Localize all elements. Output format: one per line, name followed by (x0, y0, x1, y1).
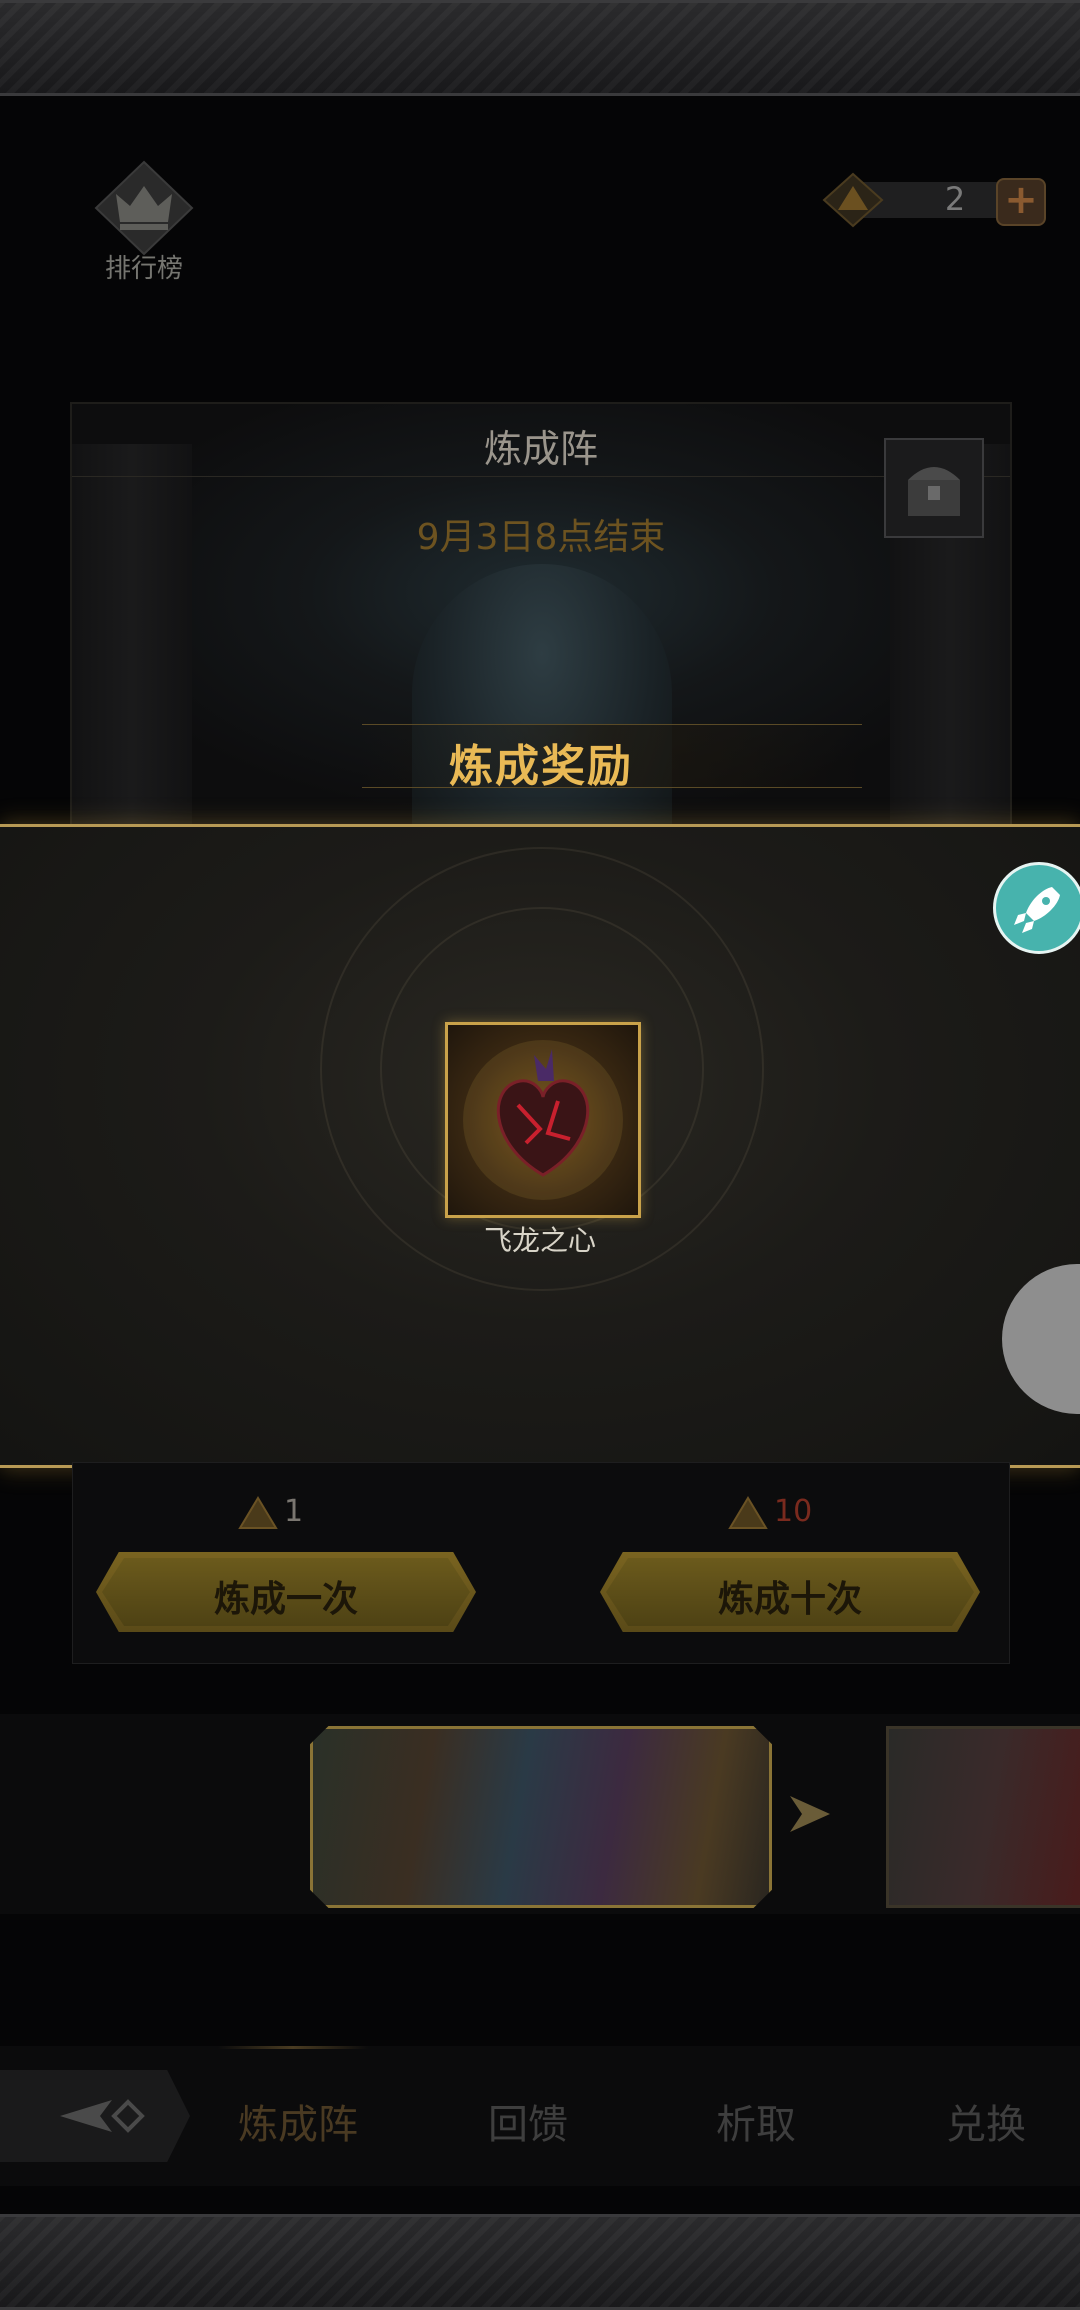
pyramid-gem-icon (728, 1496, 768, 1529)
craft-ten-cost-value: 10 (774, 1494, 813, 1529)
rocket-icon (1014, 887, 1060, 933)
top-decorative-border (0, 0, 1080, 96)
reward-title: 炼成奖励 (449, 741, 633, 792)
tab-craft-array[interactable]: 炼成阵 (208, 2092, 388, 2150)
banner-current[interactable] (310, 1726, 772, 1908)
reward-item-slot[interactable] (445, 1022, 641, 1218)
back-arrow-icon (60, 2099, 145, 2133)
dragon-heart-icon (463, 1040, 623, 1200)
tab-extract[interactable]: 析取 (666, 2092, 846, 2150)
currency-count: 2 (944, 180, 966, 218)
rocket-button[interactable] (993, 862, 1080, 954)
back-button[interactable] (0, 2070, 190, 2162)
plus-icon[interactable]: + (996, 178, 1046, 226)
tab-exchange[interactable]: 兑换 (896, 2092, 1076, 2150)
craft-ten-cost: 10 (726, 1494, 812, 1534)
banner-next[interactable] (886, 1726, 1080, 1908)
reward-item-name: 飞龙之心 (483, 1224, 596, 1257)
ranking-label: 排行榜 (104, 254, 183, 284)
ranking-button[interactable]: 排行榜 (92, 160, 196, 284)
craft-once-cost-value: 1 (284, 1494, 304, 1529)
craft-ten-label: 炼成十次 (717, 1579, 862, 1620)
event-end-time: 9月3日8点结束 (416, 517, 666, 558)
currency-display: 2 + (820, 170, 1046, 230)
craft-once-button[interactable]: 炼成一次 (96, 1552, 476, 1632)
bottom-decorative-border (0, 2214, 1080, 2310)
event-panel: 炼成阵 9月3日8点结束 炼成奖励 (70, 402, 1012, 826)
active-tab-indicator (218, 2046, 368, 2049)
event-title: 炼成阵 (483, 427, 598, 471)
next-arrow-icon[interactable] (786, 1790, 834, 1838)
reward-display: 飞龙之心 (0, 824, 1080, 1468)
tab-rewards[interactable]: 回馈 (438, 2092, 618, 2150)
crown-icon (94, 160, 194, 256)
pyramid-gem-icon (822, 172, 884, 228)
craft-once-cost: 1 (236, 1494, 303, 1534)
treasure-chest-icon (908, 467, 960, 516)
pyramid-gem-icon (238, 1496, 278, 1529)
craft-ten-button[interactable]: 炼成十次 (600, 1552, 980, 1632)
treasure-chest-button[interactable] (884, 438, 984, 538)
craft-once-label: 炼成一次 (213, 1579, 358, 1620)
